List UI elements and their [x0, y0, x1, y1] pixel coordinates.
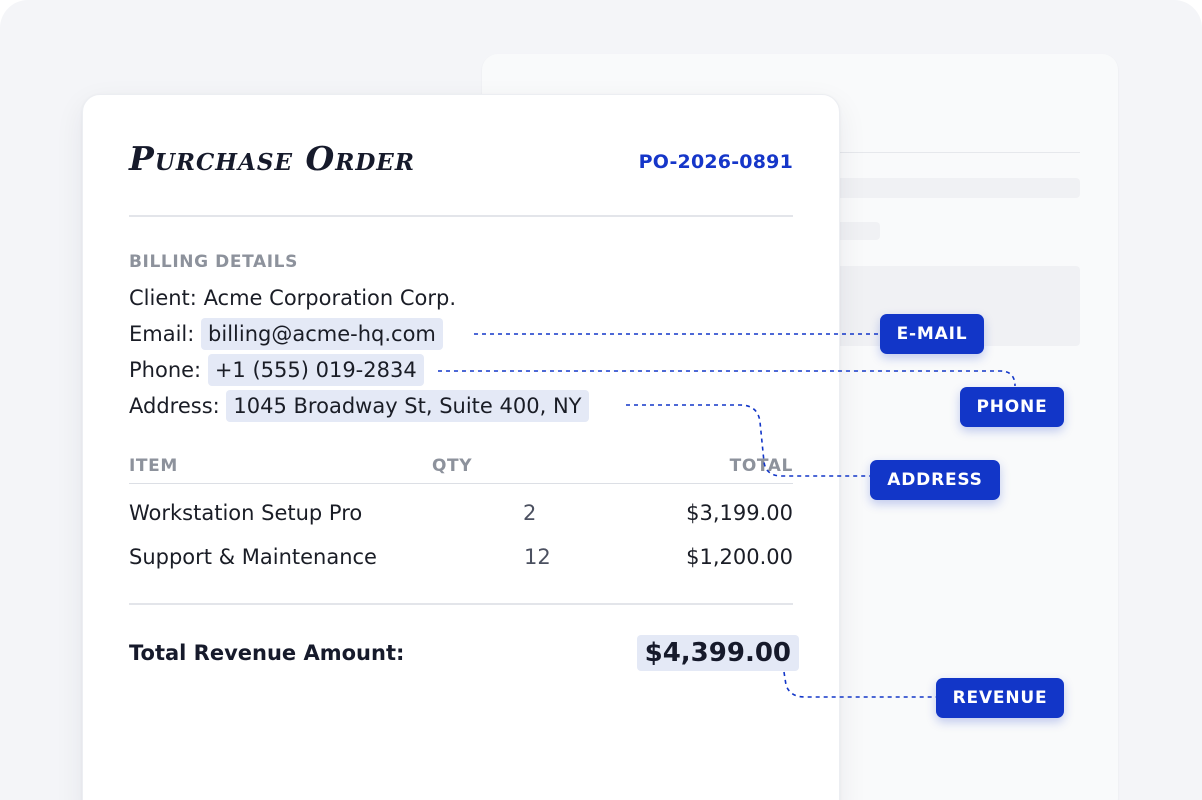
table-row-item: Workstation Setup Pro [129, 501, 363, 525]
total-revenue-label: Total Revenue Amount: [129, 641, 405, 665]
document-title: Purchase Order [129, 139, 415, 178]
address-value: 1045 Broadway St, Suite 400, NY [226, 390, 589, 422]
address-label: Address: [129, 394, 220, 418]
table-row-qty: 12 [524, 545, 551, 569]
email-annotation-tag: E-MAIL [880, 314, 984, 354]
email-label: Email: [129, 322, 195, 346]
client-row: Client: Acme Corporation Corp. [129, 286, 456, 310]
placeholder-divider [836, 152, 1080, 153]
header-divider [129, 215, 793, 217]
address-annotation-tag: ADDRESS [870, 460, 1000, 500]
purchase-order-card: Purchase Order PO-2026-0891 BILLING DETA… [82, 94, 840, 800]
summary-divider [129, 603, 793, 605]
canvas-background: Purchase Order PO-2026-0891 BILLING DETA… [0, 0, 1202, 800]
table-row-total: $3,199.00 [686, 501, 793, 525]
table-row-total: $1,200.00 [686, 545, 793, 569]
po-number: PO-2026-0891 [638, 151, 793, 173]
placeholder-bar [836, 178, 1080, 198]
table-row-qty: 2 [523, 501, 537, 525]
address-row: Address: 1045 Broadway St, Suite 400, NY [129, 390, 589, 422]
phone-label: Phone: [129, 358, 202, 382]
placeholder-bar [836, 222, 880, 240]
column-header-total: TOTAL [729, 456, 793, 476]
column-header-item: ITEM [129, 456, 178, 476]
table-row-item: Support & Maintenance [129, 545, 377, 569]
total-revenue-value: $4,399.00 [636, 635, 799, 671]
phone-value: +1 (555) 019-2834 [207, 354, 424, 386]
email-row: Email: billing@acme-hq.com [129, 318, 443, 350]
table-header-divider [129, 483, 793, 484]
revenue-annotation-tag: REVENUE [936, 678, 1064, 718]
client-label: Client: [129, 286, 197, 310]
column-header-qty: QTY [432, 456, 473, 476]
billing-section-label: BILLING DETAILS [129, 252, 298, 272]
email-value: billing@acme-hq.com [201, 318, 443, 350]
phone-row: Phone: +1 (555) 019-2834 [129, 354, 424, 386]
phone-annotation-tag: PHONE [960, 387, 1064, 427]
client-value: Acme Corporation Corp. [203, 286, 457, 310]
